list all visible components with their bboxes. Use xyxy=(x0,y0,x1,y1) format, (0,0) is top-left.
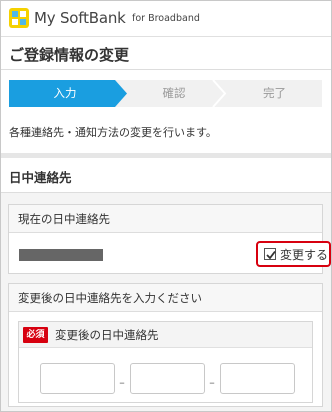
brand-name[interactable]: My SoftBank xyxy=(34,9,126,27)
section-title: 日中連絡先 xyxy=(9,170,72,185)
phone-separator: – xyxy=(119,376,125,389)
masked-current-number xyxy=(19,249,103,261)
change-checkbox[interactable] xyxy=(264,248,276,260)
step-input: 入力 xyxy=(53,86,77,100)
divider xyxy=(1,69,331,70)
phone-part-3-input[interactable] xyxy=(220,363,295,394)
new-contact-field-label: 変更後の日中連絡先 xyxy=(55,328,159,342)
checkmark-icon xyxy=(266,250,276,260)
page-title: ご登録情報の変更 xyxy=(9,46,130,64)
progress-steps: 入力 確認 完了 xyxy=(9,80,322,107)
current-contact-heading: 現在の日中連絡先 xyxy=(9,205,322,233)
softbank-logo-icon[interactable] xyxy=(9,8,29,28)
new-contact-heading: 変更後の日中連絡先を入力ください xyxy=(9,284,322,312)
change-label: 変更する xyxy=(280,248,329,262)
current-contact-box: 現在の日中連絡先 変更する xyxy=(8,204,331,274)
brand-subtitle: for Broadband xyxy=(132,13,200,24)
intro-text: 各種連絡先・通知方法の変更を行います。 xyxy=(9,126,217,139)
field-header: 必須 変更後の日中連絡先 xyxy=(19,322,312,348)
phone-part-1-input[interactable] xyxy=(40,363,115,394)
step-complete: 完了 xyxy=(263,86,286,100)
new-contact-box: 変更後の日中連絡先を入力ください 必須 変更後の日中連絡先 – – xyxy=(8,283,323,407)
site-header: My SoftBank for Broadband xyxy=(1,1,331,37)
section-separator xyxy=(1,153,331,158)
phone-separator: – xyxy=(209,376,215,389)
change-checkbox-label[interactable]: 変更する xyxy=(256,241,331,267)
new-contact-field-group: 必須 変更後の日中連絡先 – – xyxy=(18,321,313,403)
step-confirm: 確認 xyxy=(162,86,186,100)
phone-part-2-input[interactable] xyxy=(130,363,205,394)
required-badge: 必須 xyxy=(23,327,48,343)
